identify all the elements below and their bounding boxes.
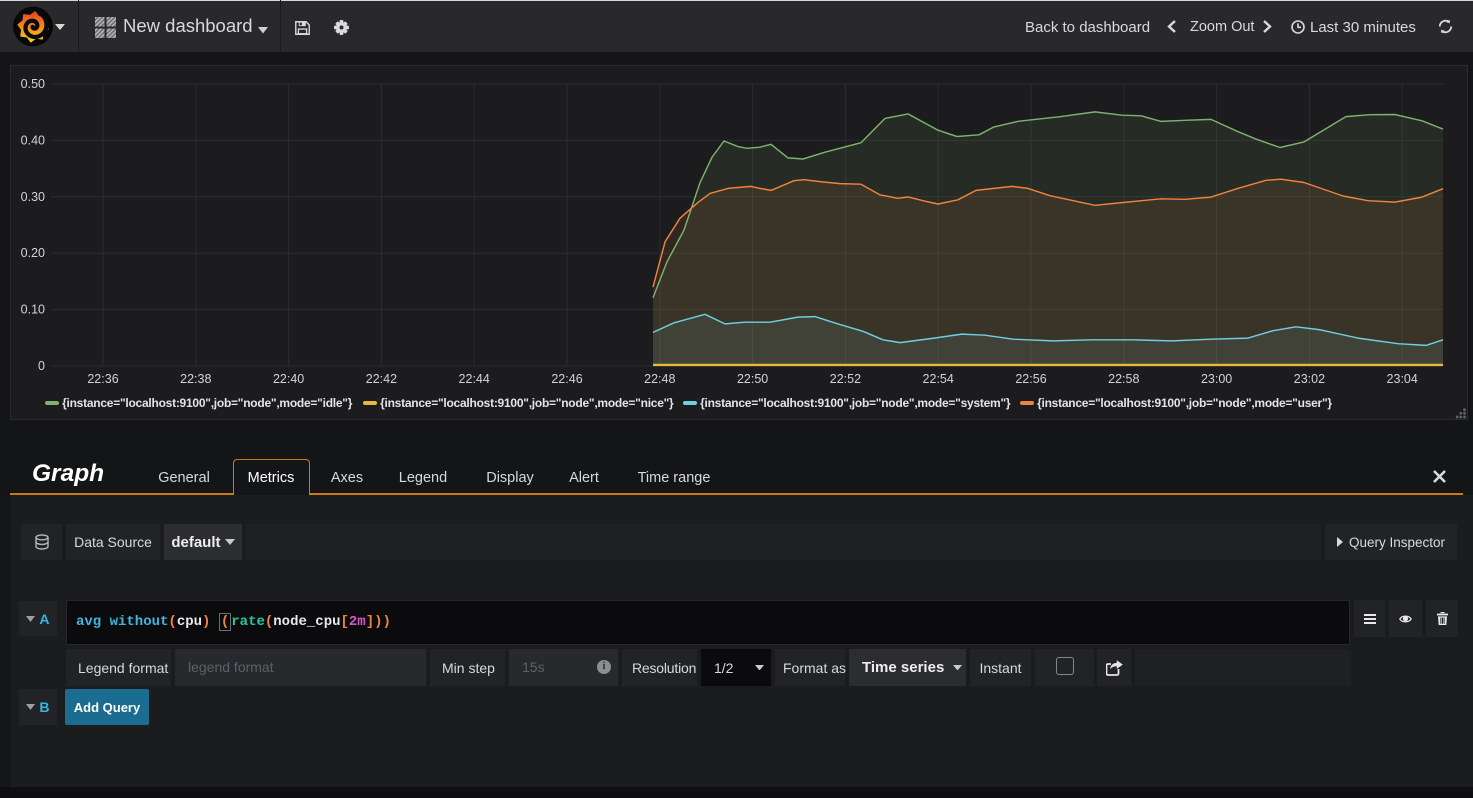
svg-text:0.50: 0.50 [21,77,45,91]
svg-text:0.40: 0.40 [21,133,45,147]
svg-text:22:36: 22:36 [87,372,118,386]
svg-text:0.20: 0.20 [21,246,45,260]
svg-text:22:46: 22:46 [551,372,582,386]
svg-text:22:58: 22:58 [1108,372,1139,386]
svg-text:22:44: 22:44 [459,372,490,386]
svg-text:23:04: 23:04 [1387,372,1418,386]
svg-text:23:02: 23:02 [1294,372,1325,386]
svg-text:0.30: 0.30 [21,190,45,204]
svg-text:22:42: 22:42 [366,372,397,386]
svg-text:0: 0 [38,359,45,373]
svg-text:22:52: 22:52 [830,372,861,386]
svg-text:22:54: 22:54 [923,372,954,386]
svg-text:22:56: 22:56 [1015,372,1046,386]
svg-text:22:50: 22:50 [737,372,768,386]
svg-text:22:48: 22:48 [644,372,675,386]
svg-text:0.10: 0.10 [21,303,45,317]
svg-text:22:38: 22:38 [180,372,211,386]
svg-text:23:00: 23:00 [1201,372,1232,386]
svg-text:22:40: 22:40 [273,372,304,386]
